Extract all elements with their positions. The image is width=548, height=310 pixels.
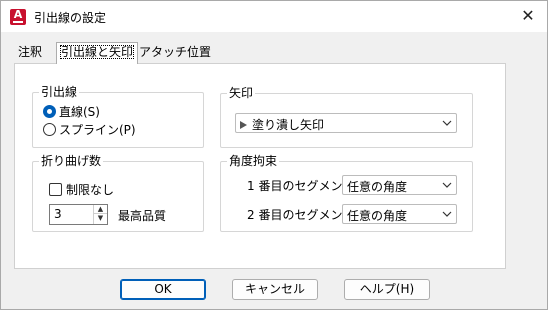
radio-straight-indicator[interactable]	[43, 104, 56, 118]
radio-spline-label: スプライン(P)	[59, 122, 136, 137]
radio-straight[interactable]: 直線(S)	[43, 103, 100, 119]
spinner-buttons: ▲ ▼	[93, 205, 107, 224]
arrow-type-select[interactable]: 塗り潰し矢印	[235, 113, 457, 133]
arrow-legend: 矢印	[227, 86, 256, 100]
autocad-app-icon: A	[10, 9, 26, 25]
arrow-type-value: 塗り潰し矢印	[252, 118, 325, 132]
no-limit-checkbox-box[interactable]	[49, 183, 62, 196]
ok-button[interactable]: OK	[120, 279, 206, 300]
chevron-down-icon	[442, 182, 452, 188]
no-limit-label: 制限なし	[66, 183, 115, 197]
title-bar: A 引出線の設定 ✕	[1, 1, 547, 32]
leader-line-group: 引出線 直線(S) スプライン(P)	[32, 85, 204, 148]
spinner-up-icon[interactable]: ▲	[94, 205, 107, 214]
chevron-down-icon	[442, 120, 452, 126]
radio-spline[interactable]: スプライン(P)	[43, 121, 136, 137]
filled-arrow-icon	[240, 121, 247, 129]
close-icon[interactable]: ✕	[517, 5, 539, 27]
no-limit-checkbox[interactable]: 制限なし	[49, 181, 114, 198]
tab-leader-arrow[interactable]: 引出線と矢印	[56, 42, 139, 64]
max-quality-label: 最高品質	[118, 209, 167, 223]
spinner-down-icon[interactable]: ▼	[94, 214, 107, 223]
angle-constraint-legend: 角度拘束	[227, 154, 280, 168]
vertex-count-group: 折り曲げ数 制限なし 3 ▲ ▼ 最高品質	[32, 154, 204, 232]
arrow-group: 矢印 塗り潰し矢印	[220, 86, 473, 148]
first-segment-value: 任意の角度	[347, 180, 408, 194]
second-segment-select[interactable]: 任意の角度	[342, 204, 457, 224]
leader-line-legend: 引出線	[39, 85, 80, 99]
vertex-count-spinner[interactable]: 3 ▲ ▼	[49, 204, 108, 225]
angle-constraint-group: 角度拘束 1 番目のセグメント: 任意の角度 2 番目のセグメント: 任意の角度	[220, 154, 473, 232]
radio-spline-indicator[interactable]	[43, 122, 56, 136]
first-segment-select[interactable]: 任意の角度	[342, 175, 457, 195]
dialog-title: 引出線の設定	[34, 11, 107, 25]
chevron-down-icon	[442, 211, 452, 217]
tab-panel: 引出線 直線(S) スプライン(P) 矢印 塗り潰し矢印 折り曲げ数 制限なし	[14, 63, 506, 269]
tab-attachment[interactable]: アタッチ位置	[136, 43, 214, 63]
vertex-count-legend: 折り曲げ数	[39, 154, 104, 168]
second-segment-value: 任意の角度	[347, 209, 408, 223]
vertex-count-value[interactable]: 3	[54, 207, 62, 221]
help-button[interactable]: ヘルプ(H)	[344, 279, 430, 300]
radio-straight-label: 直線(S)	[59, 104, 100, 119]
tab-annotation[interactable]: 注釈	[15, 43, 45, 63]
dialog-window: A 引出線の設定 ✕ 注釈 引出線と矢印 アタッチ位置 引出線 直線(S) スプ…	[0, 0, 548, 310]
cancel-button[interactable]: キャンセル	[232, 279, 318, 300]
